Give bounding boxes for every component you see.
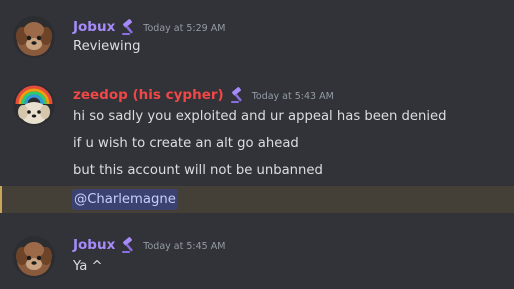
username[interactable]: Jobux — [73, 19, 115, 35]
message-header: zeedop (his cypher) Today at 5:43 AM — [73, 85, 334, 105]
gavel-icon — [120, 18, 138, 36]
username[interactable]: zeedop (his cypher) — [73, 87, 224, 103]
avatar[interactable] — [13, 236, 55, 278]
user-mention[interactable]: @Charlemagne — [72, 189, 178, 210]
message-text: if u wish to create an alt go ahead — [73, 136, 299, 151]
message-header: Jobux Today at 5:29 AM — [73, 17, 225, 37]
timestamp[interactable]: Today at 5:45 AM — [143, 241, 225, 252]
timestamp[interactable]: Today at 5:43 AM — [252, 91, 334, 102]
rainbow-dog-avatar-icon — [13, 84, 55, 126]
message-text: but this account will not be unbanned — [73, 163, 323, 178]
avatar[interactable] — [13, 16, 55, 58]
message-text: Ya ^ — [73, 259, 103, 274]
avatar[interactable] — [13, 84, 55, 126]
dog-avatar-icon — [13, 236, 55, 278]
message-header: Jobux Today at 5:45 AM — [73, 235, 225, 255]
message-text: Reviewing — [73, 39, 141, 54]
username[interactable]: Jobux — [73, 237, 115, 253]
message-text: hi so sadly you exploited and ur appeal … — [73, 109, 447, 124]
timestamp[interactable]: Today at 5:29 AM — [143, 23, 225, 34]
gavel-icon — [229, 86, 247, 104]
dog-avatar-icon — [13, 16, 55, 58]
gavel-icon — [120, 236, 138, 254]
